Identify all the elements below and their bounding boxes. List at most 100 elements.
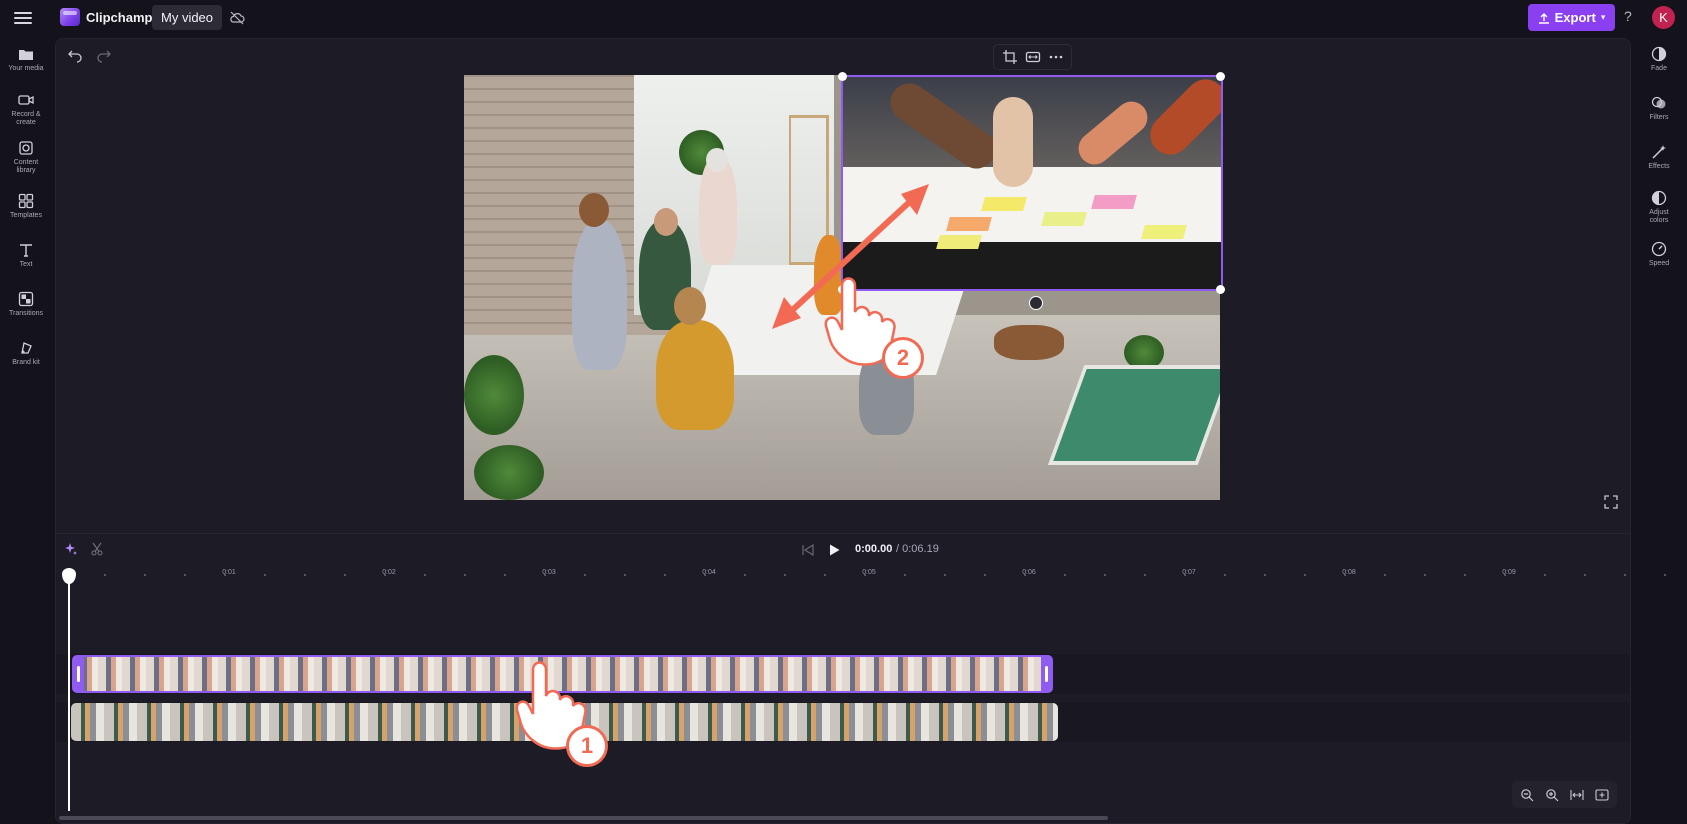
ruler-tick <box>1224 574 1226 576</box>
ruler-tick <box>424 574 426 576</box>
redo-icon[interactable] <box>96 47 112 63</box>
resize-handle-top-left[interactable] <box>838 72 847 81</box>
sidebar-item-label: Text <box>19 261 33 268</box>
sidebar-item-label: Record & create <box>11 111 41 126</box>
folder-icon <box>19 50 33 60</box>
ruler-tick <box>304 574 306 576</box>
zoom-in-icon[interactable] <box>1545 788 1559 802</box>
clip-trim-handle-right[interactable] <box>1045 666 1048 682</box>
ruler-label: 0:05 <box>862 569 876 576</box>
crop-icon[interactable] <box>1002 49 1018 65</box>
sidebar-item-adjust-colors[interactable]: Adjust colors <box>1631 190 1687 225</box>
ruler-tick <box>184 574 186 576</box>
fullscreen-icon[interactable] <box>1604 495 1618 509</box>
filters-icon <box>1651 96 1666 109</box>
ruler-tick <box>1104 574 1106 576</box>
adjust-colors-icon <box>1651 190 1667 206</box>
expand-timeline-icon[interactable] <box>1595 788 1609 802</box>
rotate-handle-icon[interactable] <box>1029 296 1043 310</box>
ruler-tick <box>264 574 266 576</box>
sidebar-item-content-library[interactable]: Content library <box>0 140 52 175</box>
overlay-sticky-note <box>1041 212 1087 226</box>
ruler-tick <box>1464 574 1466 576</box>
overlay-video-selected[interactable] <box>841 75 1223 291</box>
zoom-out-icon[interactable] <box>1520 788 1534 802</box>
ruler-label: 0:09 <box>1502 569 1516 576</box>
export-button[interactable]: Export ▾ <box>1528 4 1615 31</box>
ruler-tick <box>904 574 906 576</box>
sidebar-item-your-media[interactable]: Your media <box>0 46 52 73</box>
sidebar-item-label: Adjust colors <box>1649 209 1669 224</box>
split-scissors-icon[interactable] <box>90 542 104 556</box>
transitions-icon <box>18 291 34 307</box>
sidebar-item-speed[interactable]: Speed <box>1631 241 1687 268</box>
preview-person-head <box>674 287 706 325</box>
main-video-clip[interactable] <box>71 703 1058 741</box>
sidebar-item-label: Effects <box>1648 163 1670 170</box>
upload-icon <box>1538 12 1549 24</box>
ruler-tick <box>1424 574 1426 576</box>
sidebar-item-label: Filters <box>1649 114 1669 121</box>
avatar[interactable]: K <box>1652 6 1675 29</box>
text-icon <box>20 244 32 257</box>
fit-timeline-icon[interactable] <box>1570 788 1584 802</box>
sidebar-item-label: Brand kit <box>12 359 40 366</box>
ruler-tick <box>1584 574 1586 576</box>
timeline-zoom-controls <box>1512 781 1617 808</box>
ruler-tick <box>944 574 946 576</box>
ruler-tick <box>464 574 466 576</box>
ruler-label: 0:07 <box>1182 569 1196 576</box>
ruler-label: 0:04 <box>702 569 716 576</box>
timeline-ruler[interactable]: 0:01 0:02 0:03 0:04 0:05 0:06 0:07 0:08 0:09 <box>64 568 1666 582</box>
overlay-clip-selected[interactable] <box>72 655 1053 693</box>
library-icon <box>19 141 33 155</box>
resize-handle-bottom-right[interactable] <box>1216 285 1225 294</box>
ruler-label: 0:03 <box>542 569 556 576</box>
play-icon[interactable] <box>827 543 841 557</box>
sidebar-item-label: Fade <box>1651 65 1667 72</box>
help-icon[interactable]: ? <box>1624 8 1632 24</box>
sidebar-item-text[interactable]: Text <box>0 242 52 269</box>
step-2-badge: 2 <box>882 337 924 379</box>
sidebar-item-record-create[interactable]: Record & create <box>0 92 52 127</box>
ruler-tick <box>1064 574 1066 576</box>
sidebar-item-label: Content library <box>13 159 39 174</box>
ai-sparkle-icon[interactable] <box>64 542 78 556</box>
undo-icon[interactable] <box>67 47 83 63</box>
speed-icon <box>1651 241 1667 257</box>
more-options-icon[interactable] <box>1048 49 1064 65</box>
export-label: Export <box>1554 10 1596 25</box>
brand-kit-icon <box>21 342 32 354</box>
timeline-scrollbar[interactable] <box>59 816 1108 820</box>
resize-handle-top-right[interactable] <box>1216 72 1225 81</box>
ruler-tick <box>584 574 586 576</box>
preview-person <box>814 235 844 315</box>
clipchamp-editor: Clipchamp My video Export ▾ ? K Your med… <box>0 0 1687 824</box>
preview-toolbar <box>993 44 1072 70</box>
resize-handle-bottom-left[interactable] <box>838 285 847 294</box>
hamburger-menu-icon[interactable] <box>14 9 32 25</box>
sidebar-item-fade[interactable]: Fade <box>1631 46 1687 73</box>
sidebar-item-brand-kit[interactable]: Brand kit <box>0 340 52 367</box>
right-sidebar: Fade Filters Effects Adjust colors Speed <box>1631 36 1687 824</box>
preview-dog <box>994 325 1064 360</box>
sidebar-item-templates[interactable]: Templates <box>0 193 52 220</box>
ruler-tick <box>1304 574 1306 576</box>
sidebar-item-filters[interactable]: Filters <box>1631 95 1687 122</box>
step-1-badge: 1 <box>566 725 608 767</box>
fit-icon[interactable] <box>1025 49 1041 65</box>
sidebar-item-effects[interactable]: Effects <box>1631 144 1687 171</box>
sidebar-item-transitions[interactable]: Transitions <box>0 291 52 318</box>
brand-name: Clipchamp <box>86 10 153 25</box>
cloud-offline-icon[interactable] <box>229 10 245 26</box>
preview-person-head <box>579 193 609 227</box>
playhead-line <box>68 577 70 811</box>
preview-person <box>656 320 734 430</box>
clip-trim-handle-left[interactable] <box>77 666 80 682</box>
sidebar-item-label: Transitions <box>9 310 43 317</box>
ruler-tick <box>1544 574 1546 576</box>
chevron-down-icon: ▾ <box>1600 12 1606 22</box>
skip-to-start-icon[interactable] <box>801 543 815 557</box>
ruler-tick <box>824 574 826 576</box>
project-title[interactable]: My video <box>152 5 223 30</box>
